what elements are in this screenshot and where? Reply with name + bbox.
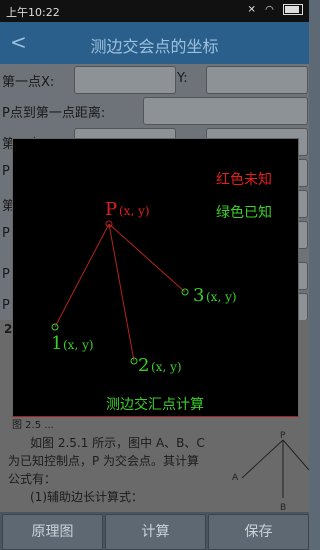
row-4-label: P [2,164,10,179]
point1-x-input[interactable] [74,66,176,94]
line-p-to-1 [54,223,110,328]
row-6-label: P [2,226,10,241]
point-p-coords: (x, y) [119,204,150,218]
point1-row: 第一点X: Y: [0,64,309,94]
distance1-input[interactable] [143,97,308,125]
doc-line-3: 公式有： [8,472,57,486]
app-bar: < 测边交会点的坐标 [0,22,309,64]
calculate-button[interactable]: 计算 [105,514,206,550]
line-p-to-3 [108,223,186,293]
point1-x-label: 第一点X: [2,75,55,90]
doc-line-2: 为已知控制点，P 为交会点。其计算 [8,454,200,468]
point-3-coords: (x, y) [206,290,237,304]
diagram-button[interactable]: 原理图 [2,514,103,550]
point-1-label: 1 [51,333,62,354]
point1-y-label: Y: [177,71,188,86]
bottom-toolbar: 原理图 计算 保存 [0,512,309,550]
battery-icon [283,4,303,15]
legend-unknown: 红色未知 [216,171,272,188]
figure-caption: 图 2.5 ... [12,420,54,431]
doc-figure-p-label: P [280,431,286,441]
legend-known: 绿色已知 [216,204,272,221]
save-button[interactable]: 保存 [208,514,309,550]
wifi-icon: ◠ [265,4,277,16]
point-p-label: P [105,199,117,220]
point-2-label: 2 [138,355,149,376]
row-7-label: P [2,267,10,282]
doc-figure: P A B [232,431,309,512]
doc-figure-b-label: B [280,503,286,512]
diagram-dialog[interactable]: P (x, y) 1 (x, y) 2 (x, y) 3 (x, y) 红色未知… [12,138,299,417]
mute-icon: ✕ [247,4,259,16]
point-2-coords: (x, y) [151,360,182,374]
distance1-label: P点到第一点距离: [2,106,106,121]
status-icons: ✕ ◠ [247,4,303,16]
status-time: 上午10:22 [6,6,60,19]
doc-line-4: (1)辅助边长计算式： [30,490,143,504]
intersection-diagram: P (x, y) 1 (x, y) 2 (x, y) 3 (x, y) 红色未知… [51,171,272,413]
point-3-label: 3 [193,285,204,306]
distance1-row: P点到第一点距离: [0,95,309,125]
status-bar: 上午10:22 ✕ ◠ [0,0,309,22]
row-8-label: P [2,298,10,313]
dialog-caption: 测边交汇点计算 [106,396,204,413]
point1-y-input[interactable] [206,66,308,94]
doc-figure-a-label: A [232,473,239,483]
page-title: 测边交会点的坐标 [90,37,219,56]
line-p-to-2 [108,223,135,362]
point-1-coords: (x, y) [63,338,94,352]
doc-line-1: 如图 2.5.1 所示，图中 A、B、C [30,436,205,450]
